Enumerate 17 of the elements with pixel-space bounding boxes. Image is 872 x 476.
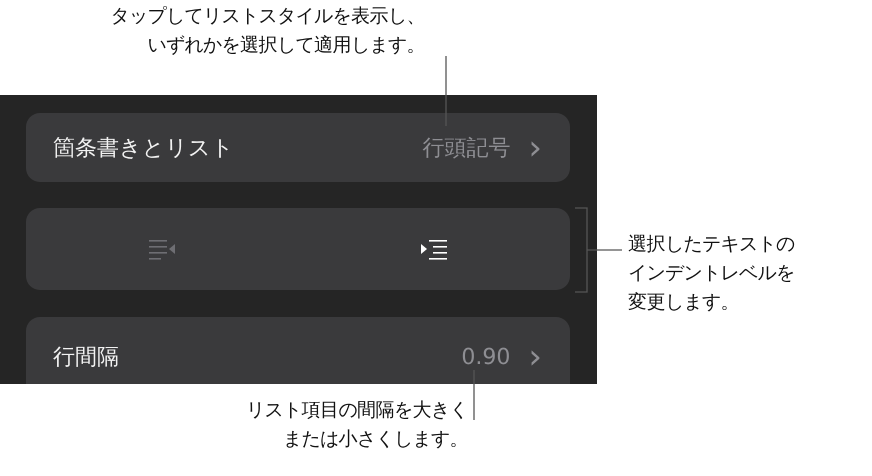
callout-text: 変更します。 [628,290,739,315]
leader-line [445,56,447,126]
chevron-icon: › [528,340,542,374]
settings-row[interactable]: 行間隔 0.90 › [26,317,570,384]
chevron-icon: › [528,130,542,164]
row-label: 行間隔 [53,344,120,372]
row-value: 0.90 [461,344,510,370]
callout-text: タップしてリストスタイルを表示し、 [110,4,425,29]
callout-text: リスト項目の間隔を大きく [246,398,468,423]
row-value: 行頭記号 [422,134,510,162]
callout-text: 選択したテキストの [628,232,794,257]
leader-line [473,370,475,420]
settings-row[interactable]: 箇条書きとリスト 行頭記号 › [26,113,570,182]
row-label: 箇条書きとリスト [53,134,235,162]
callout-text: または小さくします。 [283,427,468,452]
callout-text: いずれかを選択して適用します。 [148,33,425,58]
callout-text: インデントレベルを [628,261,794,286]
